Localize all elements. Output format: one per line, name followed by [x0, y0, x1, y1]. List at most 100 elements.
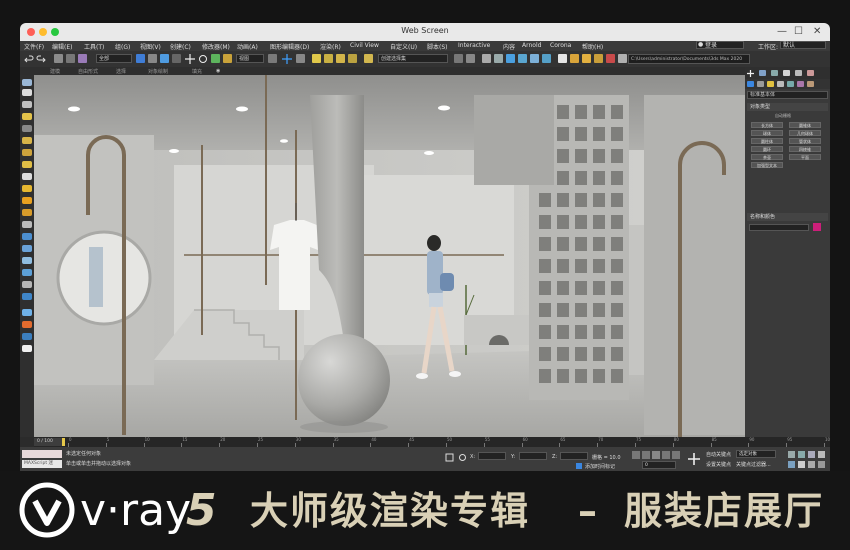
set-key-icon[interactable] — [688, 453, 700, 465]
menu-scripting[interactable]: 脚本(S) — [427, 42, 448, 51]
set-key-button[interactable]: 设置关键点 — [706, 461, 731, 468]
primitive-category-dropdown[interactable]: 标准基本体 — [747, 91, 828, 99]
rotate-icon[interactable] — [198, 54, 208, 64]
name-color-rollout-header[interactable]: 名称和颜色 — [747, 213, 828, 221]
workspace-select[interactable]: 默认 — [780, 41, 826, 49]
percent-snap-icon[interactable] — [336, 54, 345, 63]
ribbon-tab-selection[interactable]: 选择 — [116, 68, 126, 75]
play-icon[interactable] — [652, 451, 660, 459]
isolate-icon[interactable] — [445, 453, 454, 462]
object-type-rollout-header[interactable]: 对象类型 — [747, 103, 828, 111]
menu-arnold[interactable]: Arnold — [522, 42, 541, 49]
select-link-icon[interactable] — [54, 54, 63, 63]
menu-graph-editors[interactable]: 图形编辑器(D) — [270, 42, 309, 51]
zoom-all-icon[interactable] — [798, 451, 805, 458]
ui-icon[interactable] — [22, 79, 32, 86]
window-crossing-icon[interactable] — [172, 54, 181, 63]
ribbon-tab-freeform[interactable]: 自由形式 — [78, 68, 98, 75]
shapes-icon[interactable] — [757, 81, 764, 87]
cylinder-button[interactable]: 圆柱体 — [751, 138, 783, 144]
schematic-view-icon[interactable] — [530, 54, 539, 63]
layer-icon[interactable] — [22, 89, 32, 96]
plane-button[interactable]: 平面 — [789, 154, 821, 160]
pyramid-button[interactable]: 四棱锥 — [789, 146, 821, 152]
menu-render[interactable]: 渲染(R) — [320, 42, 341, 51]
cone-button[interactable]: 圆锥体 — [789, 122, 821, 128]
render-production-icon[interactable] — [582, 54, 591, 63]
vray-light-icon[interactable] — [22, 185, 32, 192]
display-tab-icon[interactable] — [795, 70, 802, 76]
vray-dome-icon[interactable] — [22, 209, 32, 216]
helper-icon[interactable] — [22, 149, 32, 156]
vray-proxy-icon[interactable] — [22, 221, 32, 228]
minimize-icon[interactable]: — — [777, 25, 787, 39]
align-icon[interactable] — [466, 54, 475, 63]
selection-filter-dropdown[interactable]: 全部 — [96, 54, 132, 63]
redo-icon[interactable] — [36, 54, 46, 64]
select-by-name-icon[interactable] — [148, 54, 157, 63]
object-icon[interactable] — [22, 101, 32, 108]
geosphere-button[interactable]: 几何球体 — [789, 130, 821, 136]
render-iterative-icon[interactable] — [594, 54, 603, 63]
menu-content[interactable]: 内容 — [503, 42, 515, 51]
edit-named-selection-icon[interactable] — [364, 54, 373, 63]
spacewarp-icon[interactable] — [22, 161, 32, 168]
maximize-icon[interactable]: ☐ — [794, 25, 803, 39]
reference-coordinate-dropdown[interactable]: 视图 — [236, 54, 264, 63]
pivot-center-icon[interactable] — [268, 54, 277, 63]
project-folder-icon[interactable] — [618, 54, 627, 63]
modify-tab-icon[interactable] — [759, 70, 766, 76]
absolute-mode-icon[interactable] — [458, 453, 467, 462]
curve-editor-icon[interactable] — [518, 54, 527, 63]
scale-icon[interactable] — [211, 54, 220, 63]
geometry-icon[interactable] — [747, 81, 754, 87]
region-select-icon[interactable] — [160, 54, 169, 63]
time-slider[interactable]: 0 / 100 0 5 10 15 20 25 30 35 40 45 50 55 60 65 70 75 80… — [34, 437, 830, 447]
keyboard-shortcut-override-icon[interactable] — [296, 54, 305, 63]
named-selection-dropdown[interactable]: 创建选择集 — [378, 54, 448, 63]
orbit-icon[interactable] — [808, 461, 815, 468]
maximize-viewport-icon[interactable] — [818, 461, 825, 468]
menu-group[interactable]: 组(G) — [115, 42, 130, 51]
ribbon-tab-modeling[interactable]: 建模 — [50, 68, 60, 75]
vray-lister-icon[interactable] — [22, 345, 32, 352]
vray-sphere-icon[interactable] — [22, 257, 32, 264]
autogrid-checkbox[interactable]: 自动栅格 — [775, 113, 791, 119]
camera-icon[interactable] — [22, 137, 32, 144]
placement-icon[interactable] — [223, 54, 232, 63]
auto-key-button[interactable]: 自动关键点 — [706, 451, 731, 458]
y-coordinate-input[interactable] — [519, 452, 547, 460]
time-slider-handle[interactable] — [62, 438, 65, 446]
lights-icon[interactable] — [767, 81, 774, 87]
zoom-icon[interactable] — [788, 451, 795, 458]
systems-icon[interactable] — [807, 81, 814, 87]
frame-counter[interactable]: 0 / 100 — [34, 438, 62, 446]
next-frame-icon[interactable] — [662, 451, 670, 459]
vray-fur-icon[interactable] — [22, 233, 32, 240]
bind-space-warp-icon[interactable] — [78, 54, 87, 63]
sphere-button[interactable]: 球体 — [751, 130, 783, 136]
maxscript-listener[interactable]: MAXScript 迷 — [22, 460, 62, 468]
add-time-tag-button[interactable]: 添加时间标记 — [585, 463, 615, 470]
cameras-icon[interactable] — [777, 81, 784, 87]
utilities-tab-icon[interactable] — [807, 70, 814, 76]
menu-corona[interactable]: Corona — [550, 42, 571, 49]
select-object-icon[interactable] — [136, 54, 145, 63]
rendered-frame-window-icon[interactable] — [570, 54, 579, 63]
object-color-swatch[interactable] — [813, 223, 821, 231]
light-icon[interactable] — [22, 113, 32, 120]
spinner-snap-icon[interactable] — [348, 54, 357, 63]
toggle-scene-explorer-icon[interactable] — [482, 54, 491, 63]
hierarchy-tab-icon[interactable] — [771, 70, 778, 76]
ribbon-toggle-icon[interactable]: ◉ — [216, 68, 220, 74]
create-tab-icon[interactable] — [747, 70, 754, 77]
angle-snap-icon[interactable] — [324, 54, 333, 63]
menu-edit[interactable]: 编辑(E) — [52, 42, 72, 51]
z-coordinate-input[interactable] — [560, 452, 588, 460]
zoom-extents-icon[interactable] — [808, 451, 815, 458]
undo-icon[interactable] — [24, 54, 34, 64]
snap-toggle-icon[interactable] — [312, 54, 321, 63]
mirror-icon[interactable] — [454, 54, 463, 63]
object-name-input[interactable] — [749, 224, 809, 231]
menu-animation[interactable]: 动画(A) — [237, 42, 258, 51]
